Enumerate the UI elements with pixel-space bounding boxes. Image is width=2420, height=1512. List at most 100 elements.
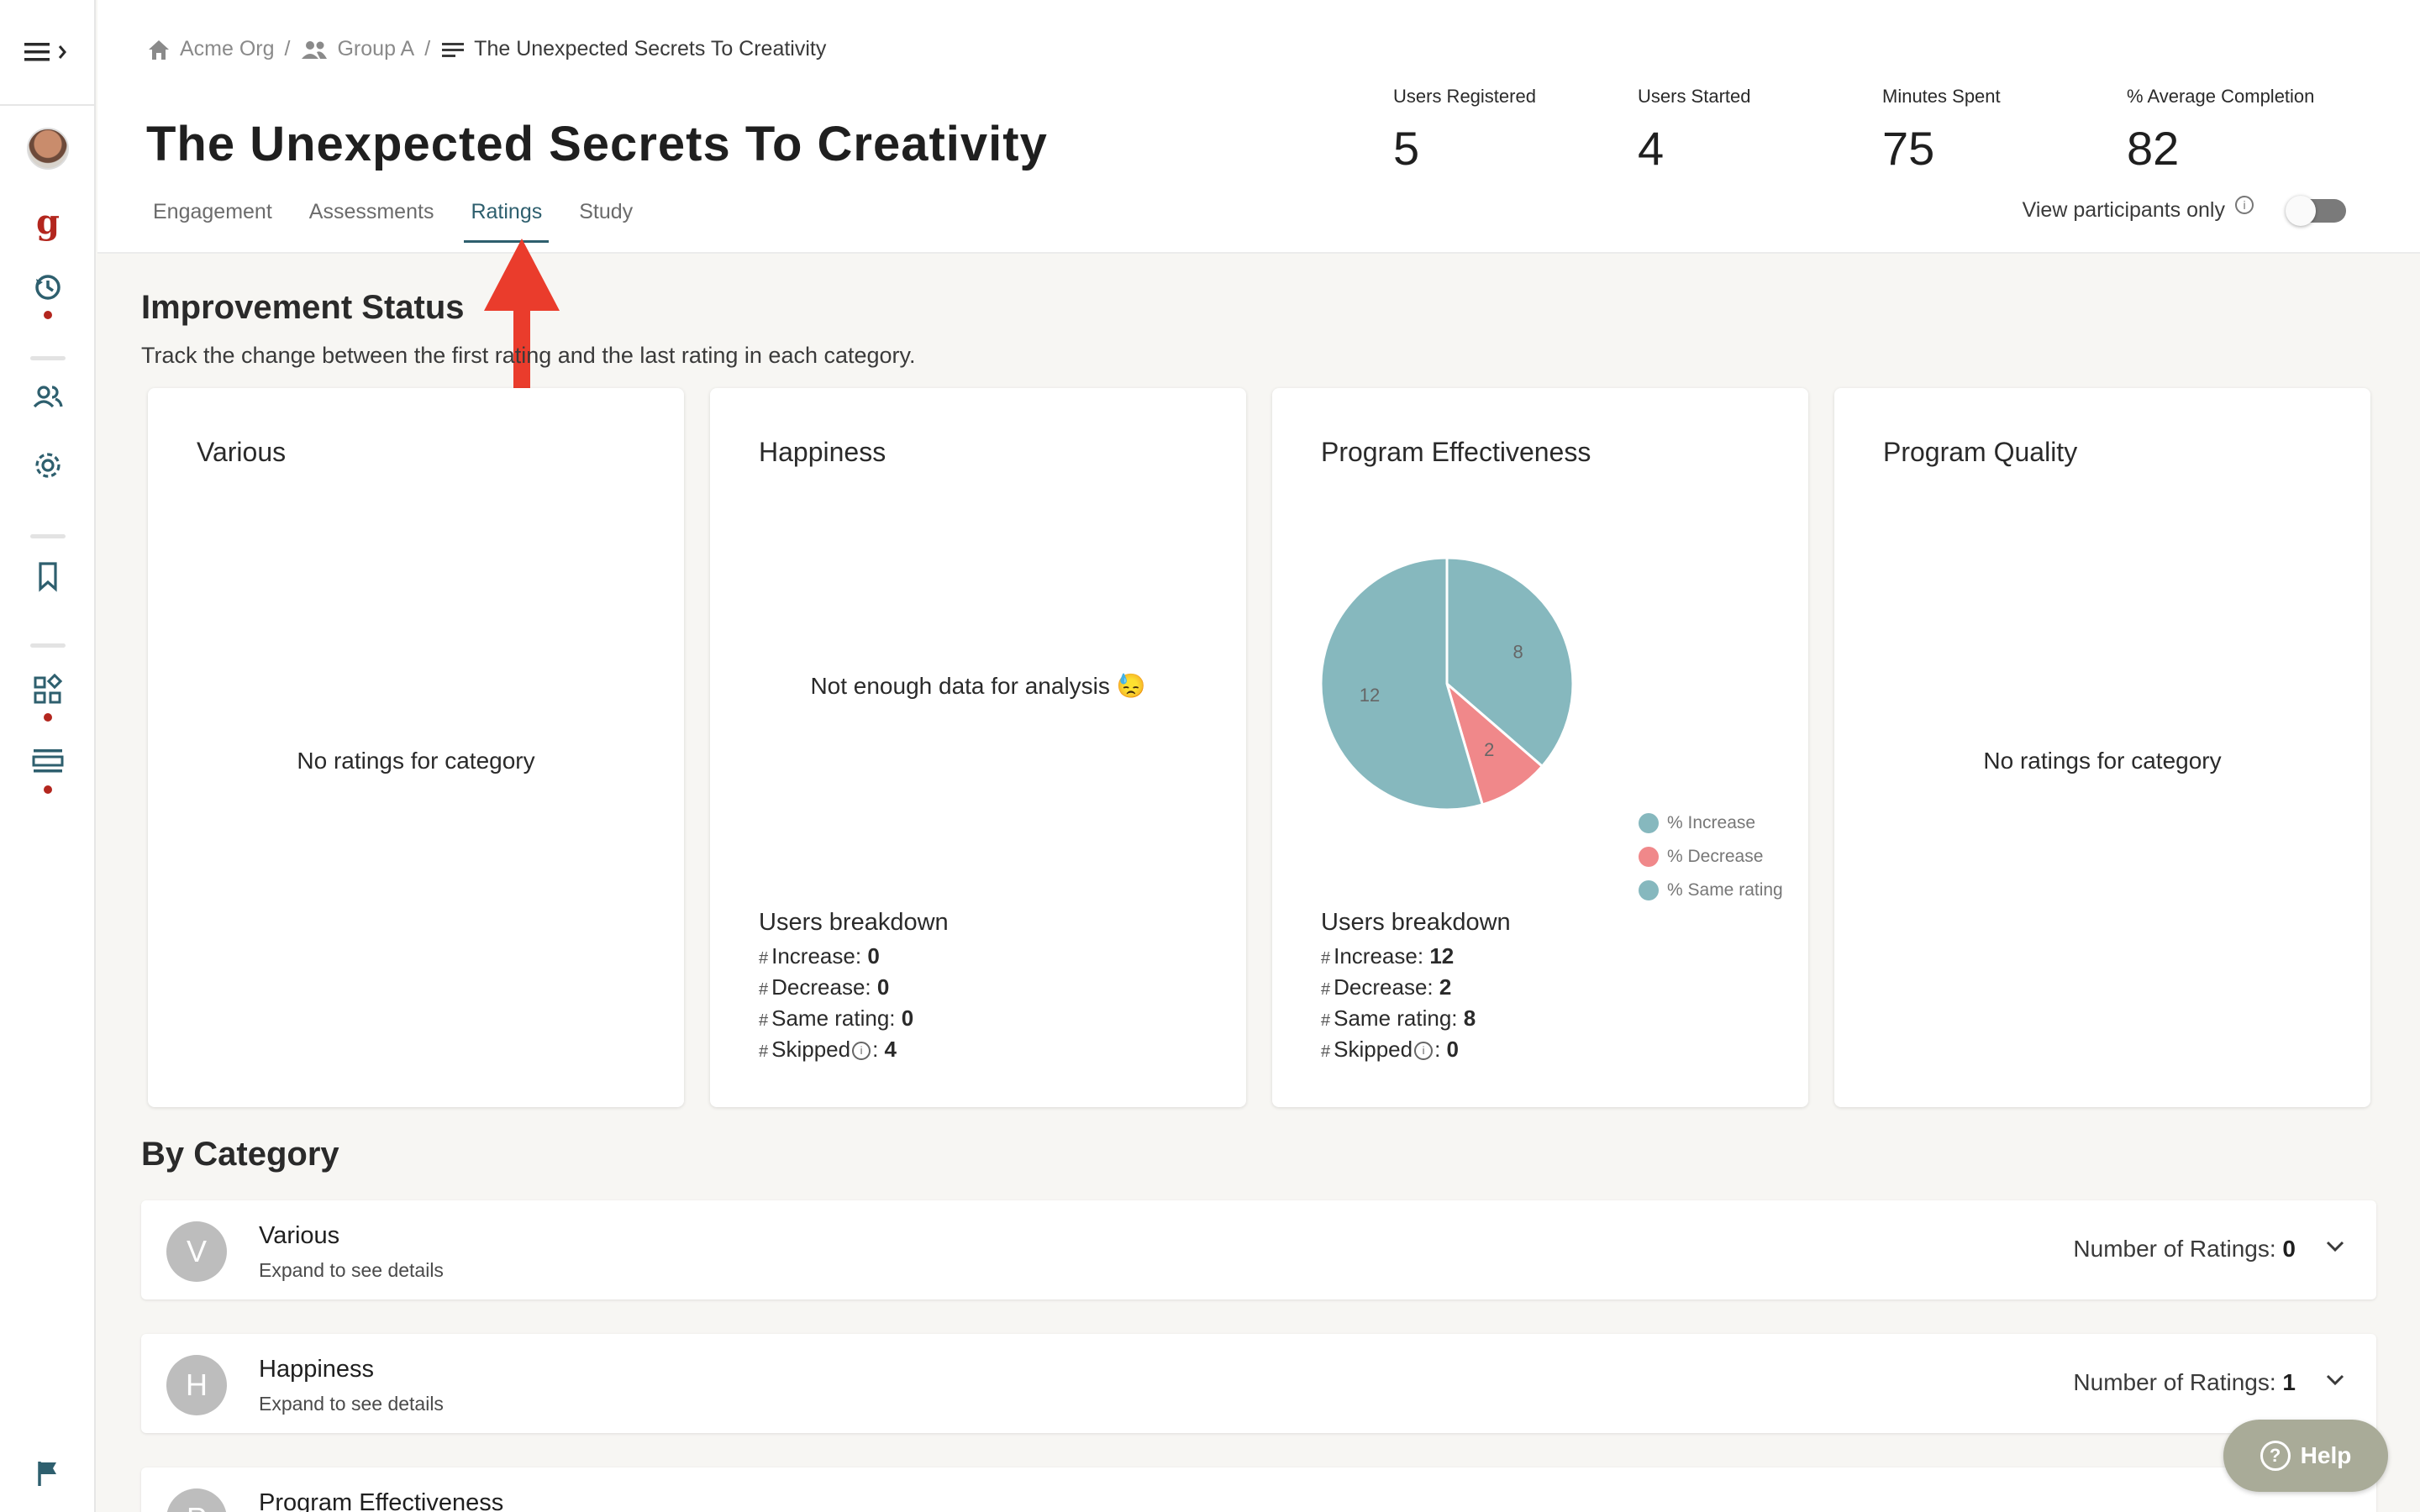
notification-dot bbox=[44, 311, 52, 319]
breakdown-value: 8 bbox=[1463, 1005, 1476, 1031]
breadcrumb-org[interactable]: Acme Org bbox=[146, 37, 275, 61]
chevron-down-icon[interactable] bbox=[2323, 1234, 2348, 1259]
menu-toggle-button[interactable] bbox=[0, 0, 96, 106]
category-avatar: H bbox=[166, 1355, 227, 1415]
breakdown-label: Decrease: bbox=[771, 974, 871, 1000]
bookmark-icon[interactable] bbox=[0, 559, 96, 593]
breakdown-value: 0 bbox=[876, 974, 890, 1000]
breadcrumb-org-label: Acme Org bbox=[180, 37, 275, 60]
breadcrumb: Acme Org / Group A / The Unexpected Secr… bbox=[146, 37, 826, 61]
tab-ratings[interactable]: Ratings bbox=[464, 197, 549, 243]
widgets-icon[interactable] bbox=[0, 674, 96, 707]
settings-gear-icon[interactable] bbox=[0, 449, 96, 482]
breadcrumb-separator: / bbox=[284, 37, 291, 60]
breakdown-value: 0 bbox=[867, 943, 880, 969]
breakdown-row: # Increase: 12 bbox=[1321, 943, 1455, 969]
subject-lines-icon bbox=[442, 42, 465, 57]
stat-value: 75 bbox=[1882, 122, 1935, 175]
flag-icon[interactable] bbox=[0, 1458, 96, 1488]
card-various: Various No ratings for category bbox=[148, 388, 684, 1107]
breakdown-row: # Increase: 0 bbox=[759, 943, 880, 969]
category-name: Happiness bbox=[259, 1356, 375, 1383]
category-name: Various bbox=[259, 1222, 340, 1249]
help-button[interactable]: ? Help bbox=[2223, 1420, 2388, 1492]
svg-text:g: g bbox=[36, 203, 60, 242]
history-icon[interactable] bbox=[0, 270, 96, 304]
help-label: Help bbox=[2300, 1442, 2352, 1468]
info-icon[interactable]: i bbox=[852, 1042, 871, 1061]
category-row-various[interactable]: V Various Expand to see details Number o… bbox=[141, 1200, 2376, 1299]
breakdown-row: # Decrease: 0 bbox=[759, 974, 890, 1000]
group-icon bbox=[302, 40, 328, 59]
page-title: The Unexpected Secrets To Creativity bbox=[146, 117, 1048, 171]
breadcrumb-group[interactable]: Group A bbox=[300, 37, 414, 61]
brand-logo-icon[interactable]: g bbox=[0, 203, 96, 244]
ratings-count: Number of Ratings: 0 bbox=[2073, 1236, 2296, 1263]
info-icon[interactable]: i bbox=[1414, 1042, 1434, 1061]
improvement-status-subtitle: Track the change between the first ratin… bbox=[141, 343, 916, 368]
card-empty-message: No ratings for category bbox=[297, 748, 535, 774]
view-participants-label: View participants only bbox=[2022, 198, 2225, 222]
card-title: Various bbox=[197, 437, 287, 467]
card-title: Happiness bbox=[759, 437, 886, 467]
category-row-program-effectiveness[interactable]: P Program Effectiveness bbox=[141, 1467, 2376, 1512]
legend-item[interactable]: % Same rating bbox=[1639, 874, 1783, 907]
breadcrumb-current-label: The Unexpected Secrets To Creativity bbox=[474, 37, 827, 60]
breakdown-row: # Skipped i: 4 bbox=[759, 1037, 897, 1062]
card-empty-message: No ratings for category bbox=[1983, 748, 2222, 774]
breakdown-label: Same rating: bbox=[771, 1005, 896, 1031]
legend-swatch bbox=[1639, 880, 1659, 900]
breakdown-label: Decrease: bbox=[1334, 974, 1434, 1000]
stat-label: % Average Completion bbox=[2127, 86, 2315, 107]
view-participants-filter: View participants only i bbox=[2022, 195, 2346, 226]
stat-value: 4 bbox=[1638, 122, 1665, 175]
legend-item[interactable]: % Decrease bbox=[1639, 840, 1783, 874]
legend-swatch bbox=[1639, 813, 1659, 833]
view-participants-toggle[interactable] bbox=[2286, 195, 2346, 226]
breakdown-label: Skipped bbox=[1334, 1037, 1413, 1062]
legend-item[interactable]: % Increase bbox=[1639, 806, 1783, 840]
stat-minutes-spent: Minutes Spent 75 bbox=[1882, 86, 2001, 176]
pie-svg: 8 2 12 bbox=[1319, 556, 1575, 811]
stat-label: Users Registered bbox=[1393, 86, 1536, 107]
breakdown-value: 4 bbox=[884, 1037, 897, 1062]
card-program-effectiveness: Program Effectiveness 8 2 12 % Increase % … bbox=[1272, 388, 1808, 1107]
page-header: Acme Org / Group A / The Unexpected Secr… bbox=[97, 0, 2420, 254]
ratings-count-label: Number of Ratings: bbox=[2073, 1236, 2276, 1262]
notification-dot bbox=[44, 785, 52, 794]
chevron-down-icon[interactable] bbox=[2323, 1368, 2348, 1393]
breakdown-row: # Same rating: 0 bbox=[759, 1005, 914, 1031]
breakdown-value: 12 bbox=[1429, 943, 1455, 969]
stat-value: 5 bbox=[1393, 122, 1420, 175]
breakdown-value: 0 bbox=[1446, 1037, 1460, 1062]
legend-label: % Same rating bbox=[1667, 880, 1783, 900]
breakdown-row: # Same rating: 8 bbox=[1321, 1005, 1476, 1031]
by-category-title: By Category bbox=[141, 1136, 339, 1173]
card-empty-message: Not enough data for analysis 😓 bbox=[810, 673, 1146, 699]
pie-chart: 8 2 12 % Increase % Decrease % Same rating bbox=[1319, 556, 1790, 900]
ratings-count: Number of Ratings: 1 bbox=[2073, 1369, 2296, 1396]
avatar bbox=[27, 128, 69, 170]
breakdown-heading: Users breakdown bbox=[759, 909, 949, 936]
card-title: Program Quality bbox=[1883, 437, 2078, 467]
pie-slice-label: 12 bbox=[1360, 685, 1380, 706]
user-avatar[interactable] bbox=[0, 128, 96, 170]
pie-slice-label: 2 bbox=[1484, 739, 1494, 760]
card-title: Program Effectiveness bbox=[1321, 437, 1591, 467]
divider bbox=[30, 643, 66, 648]
sidebar: g bbox=[0, 0, 96, 1512]
info-icon[interactable]: i bbox=[2235, 195, 2254, 214]
legend-label: % Increase bbox=[1667, 813, 1756, 832]
tab-engagement[interactable]: Engagement bbox=[153, 197, 272, 243]
ratings-count-label: Number of Ratings: bbox=[2073, 1369, 2276, 1395]
list-view-icon[interactable] bbox=[0, 746, 96, 776]
stat-average-completion: % Average Completion 82 bbox=[2127, 86, 2314, 176]
tab-assessments[interactable]: Assessments bbox=[309, 197, 434, 243]
stat-value: 82 bbox=[2127, 122, 2180, 175]
breakdown-label: Increase: bbox=[771, 943, 862, 969]
hamburger-icon bbox=[24, 43, 66, 61]
tab-study[interactable]: Study bbox=[579, 197, 633, 243]
users-icon[interactable] bbox=[0, 383, 96, 413]
category-row-happiness[interactable]: H Happiness Expand to see details Number… bbox=[141, 1334, 2376, 1433]
users-breakdown: Users breakdown # Increase: 0 # Decrease: … bbox=[759, 909, 949, 1066]
